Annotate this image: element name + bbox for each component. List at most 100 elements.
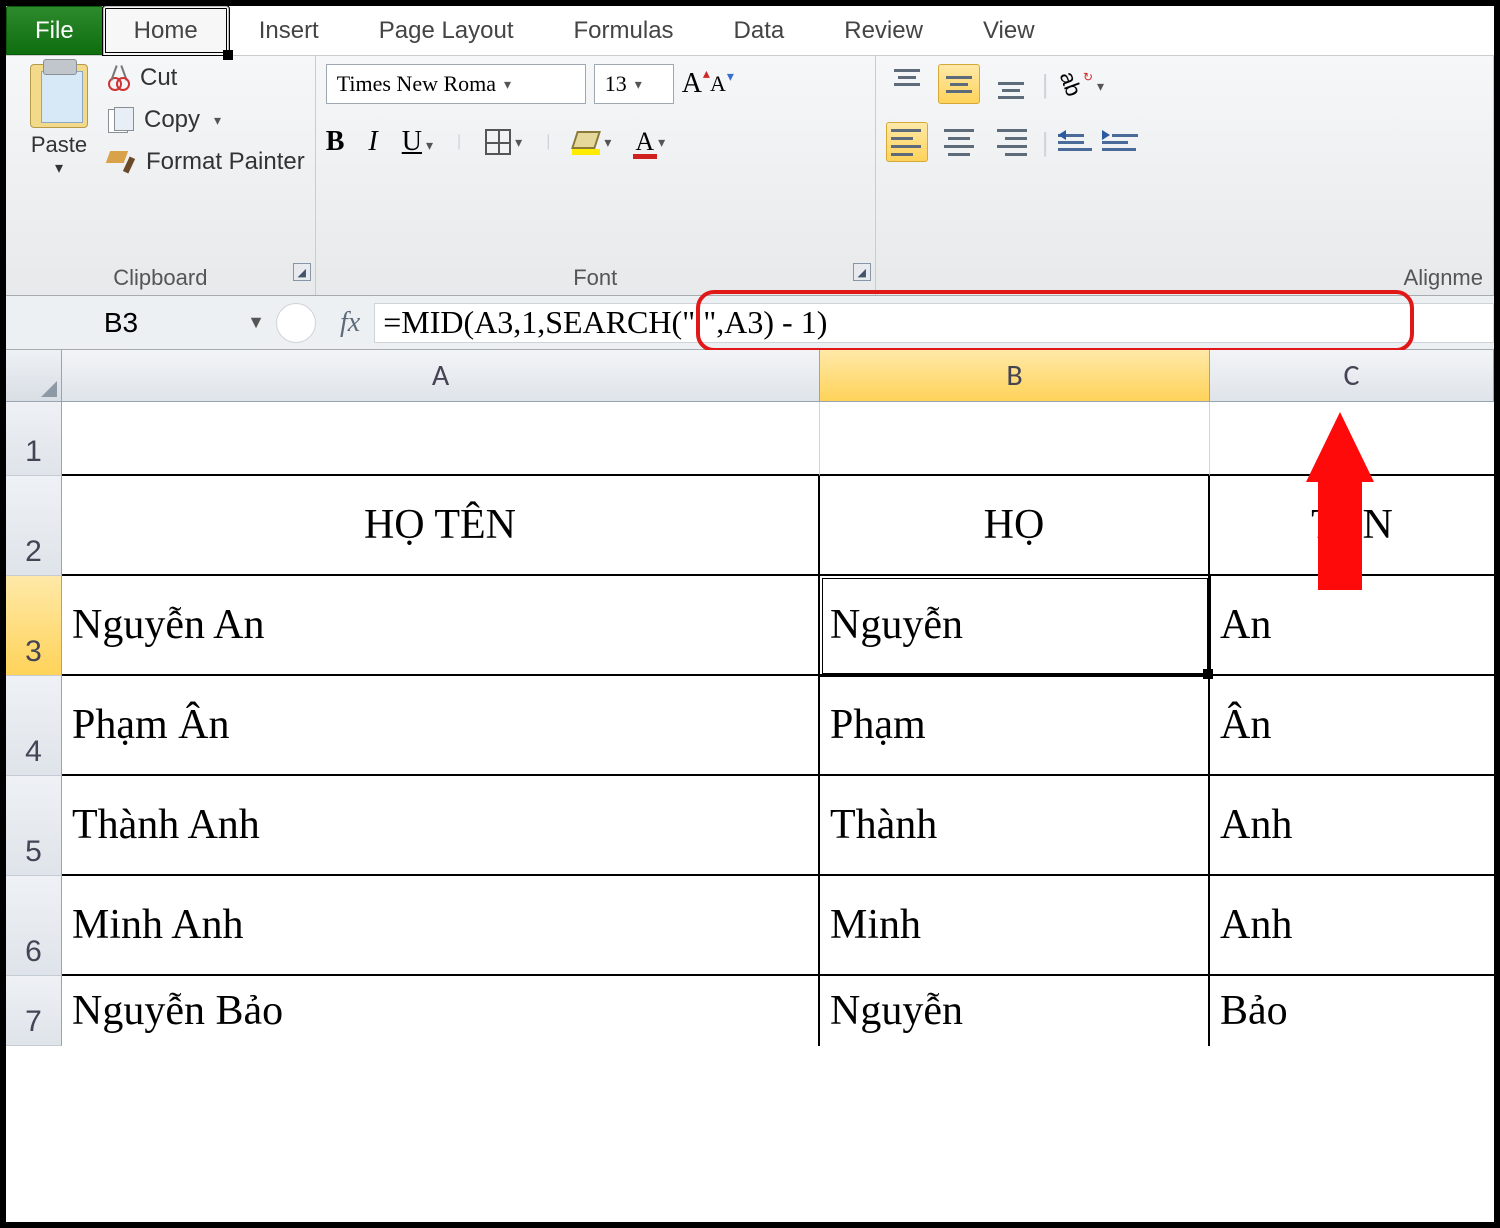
col-header-b[interactable]: B	[820, 350, 1210, 401]
font-group-label: Font◢	[326, 263, 865, 291]
cell-a3[interactable]: Nguyễn An	[62, 576, 820, 676]
format-painter-label: Format Painter	[146, 148, 305, 176]
worksheet: A B C 1 2 HỌ TÊN HỌ TÊN 3 Nguyễn An Nguy…	[6, 350, 1494, 1046]
format-painter-button[interactable]: Format Painter	[108, 148, 305, 176]
cell-c4[interactable]: Ân	[1210, 676, 1494, 776]
ribbon: Paste ▾ Cut Copy ▾ Format Painter C	[6, 56, 1494, 296]
cell-c3[interactable]: An	[1210, 576, 1494, 676]
cell-b1[interactable]	[820, 402, 1210, 476]
underline-button[interactable]: U▾	[402, 126, 433, 158]
align-top-button[interactable]	[886, 64, 928, 104]
group-alignment: | ab↻▾ | Alignme	[876, 56, 1494, 295]
align-right-button[interactable]	[990, 122, 1032, 162]
chevron-down-icon: ▾	[504, 76, 511, 93]
copy-label: Copy	[144, 106, 200, 134]
tab-data[interactable]: Data	[704, 6, 815, 55]
chevron-down-icon: ▾	[426, 137, 433, 153]
font-size-value: 13	[605, 71, 627, 97]
chevron-down-icon: ▾	[1097, 78, 1104, 94]
name-box[interactable]: B3	[6, 303, 236, 343]
font-color-button[interactable]: A▾	[635, 127, 665, 157]
bucket-icon	[574, 131, 600, 153]
cell-b6[interactable]: Minh	[820, 876, 1210, 976]
cell-b4[interactable]: Phạm	[820, 676, 1210, 776]
cell-a5[interactable]: Thành Anh	[62, 776, 820, 876]
bold-button[interactable]: B	[326, 126, 345, 158]
cell-b2[interactable]: HỌ	[820, 476, 1210, 576]
paste-icon	[30, 64, 88, 128]
group-font: Times New Roma▾ 13▾ A▴ A▾ B I U▾ | ▾ | ▾…	[316, 56, 876, 295]
row-header-6[interactable]: 6	[6, 876, 62, 976]
col-header-c[interactable]: C	[1210, 350, 1494, 401]
column-headers: A B C	[6, 350, 1494, 402]
formula-bar: B3 ▼ fx =MID(A3,1,SEARCH(" ",A3) - 1)	[6, 296, 1494, 350]
borders-button[interactable]: ▾	[485, 129, 522, 155]
row-header-1[interactable]: 1	[6, 402, 62, 476]
row-2: 2 HỌ TÊN HỌ TÊN	[6, 476, 1494, 576]
row-header-4[interactable]: 4	[6, 676, 62, 776]
chevron-down-icon: ▾	[604, 134, 611, 151]
row-header-3[interactable]: 3	[6, 576, 62, 676]
row-5: 5 Thành Anh Thành Anh	[6, 776, 1494, 876]
cell-a6[interactable]: Minh Anh	[62, 876, 820, 976]
tab-insert[interactable]: Insert	[229, 6, 349, 55]
align-bottom-button[interactable]	[990, 64, 1032, 104]
align-center-button[interactable]	[938, 122, 980, 162]
cell-c7[interactable]: Bảo	[1210, 976, 1494, 1046]
annotation-arrow-icon	[1306, 412, 1374, 482]
cell-a1[interactable]	[62, 402, 820, 476]
decrease-indent-button[interactable]	[1058, 128, 1092, 156]
italic-button[interactable]: I	[368, 126, 377, 158]
increase-indent-button[interactable]	[1102, 128, 1136, 156]
font-name-value: Times New Roma	[337, 71, 496, 97]
ribbon-tabs: File Home Insert Page Layout Formulas Da…	[6, 6, 1494, 56]
cell-a7[interactable]: Nguyễn Bảo	[62, 976, 820, 1046]
tab-view[interactable]: View	[953, 6, 1065, 55]
row-header-2[interactable]: 2	[6, 476, 62, 576]
tab-review[interactable]: Review	[814, 6, 953, 55]
tab-formulas[interactable]: Formulas	[544, 6, 704, 55]
tab-file[interactable]: File	[6, 6, 103, 55]
cell-a2[interactable]: HỌ TÊN	[62, 476, 820, 576]
name-box-dropdown[interactable]: ▼	[236, 312, 276, 333]
row-7: 7 Nguyễn Bảo Nguyễn Bảo	[6, 976, 1494, 1046]
cell-b7[interactable]: Nguyễn	[820, 976, 1210, 1046]
clipboard-dialog-launcher[interactable]: ◢	[293, 263, 311, 281]
paste-button[interactable]: Paste ▾	[16, 64, 102, 263]
col-header-a[interactable]: A	[62, 350, 820, 401]
borders-icon	[485, 129, 511, 155]
row-1: 1	[6, 402, 1494, 476]
cut-button[interactable]: Cut	[108, 64, 305, 92]
paste-label: Paste	[31, 132, 87, 158]
orientation-button[interactable]: ab↻▾	[1058, 71, 1104, 97]
align-left-button[interactable]	[886, 122, 928, 162]
increase-font-size-button[interactable]: A▴	[682, 68, 702, 100]
cell-c5[interactable]: Anh	[1210, 776, 1494, 876]
font-size-combo[interactable]: 13▾	[594, 64, 674, 104]
font-name-combo[interactable]: Times New Roma ▾	[326, 64, 586, 104]
row-3: 3 Nguyễn An Nguyễn An	[6, 576, 1494, 676]
row-header-7[interactable]: 7	[6, 976, 62, 1046]
annotation-arrow-stem	[1318, 480, 1362, 590]
copy-dropdown-icon[interactable]: ▾	[214, 112, 221, 129]
tab-page-layout[interactable]: Page Layout	[349, 6, 544, 55]
copy-button[interactable]: Copy ▾	[108, 106, 305, 134]
cut-label: Cut	[140, 64, 177, 92]
font-color-icon: A	[635, 127, 654, 157]
cell-b3[interactable]: Nguyễn	[820, 576, 1210, 676]
cell-b5[interactable]: Thành	[820, 776, 1210, 876]
cancel-formula-button[interactable]	[276, 303, 316, 343]
paste-dropdown-icon[interactable]: ▾	[55, 158, 63, 178]
decrease-font-size-button[interactable]: A▾	[710, 71, 726, 97]
font-dialog-launcher[interactable]: ◢	[853, 263, 871, 281]
formula-input[interactable]: =MID(A3,1,SEARCH(" ",A3) - 1)	[374, 303, 1494, 343]
select-all-corner[interactable]	[6, 350, 62, 401]
fx-icon[interactable]: fx	[326, 307, 374, 339]
tab-home[interactable]: Home	[103, 6, 229, 55]
cell-c6[interactable]: Anh	[1210, 876, 1494, 976]
fill-color-button[interactable]: ▾	[574, 131, 611, 153]
cell-a4[interactable]: Phạm Ân	[62, 676, 820, 776]
chevron-down-icon: ▾	[515, 134, 522, 151]
row-header-5[interactable]: 5	[6, 776, 62, 876]
align-middle-button[interactable]	[938, 64, 980, 104]
